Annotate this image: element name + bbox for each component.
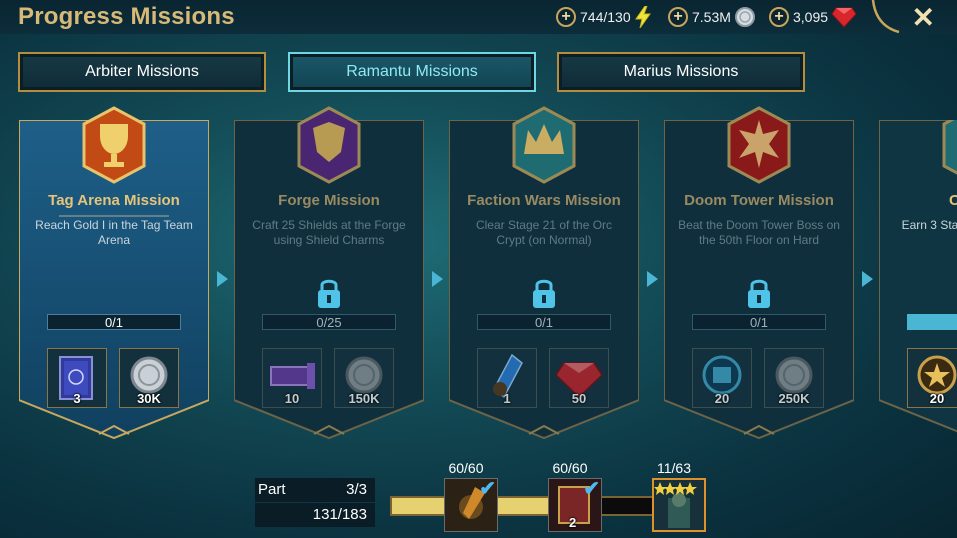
progress-text: 0/1 xyxy=(749,315,769,330)
mission-progress-bar xyxy=(907,314,957,330)
next-arrow-icon xyxy=(432,271,443,287)
reward-slot[interactable]: 3 xyxy=(47,348,107,408)
reward-count: 250K xyxy=(778,391,810,406)
lock-icon xyxy=(318,279,340,308)
mission-title: Campa xyxy=(948,192,957,209)
add-silver-button[interactable]: + xyxy=(668,7,688,27)
mission-description: Beat the Doom Tower Boss on the 50th Flo… xyxy=(678,218,840,247)
mission-title: Forge Mission xyxy=(278,192,380,209)
milestone-label: 11/63 xyxy=(657,460,691,476)
mission-description: Craft 25 Shields at the Forge using Shie… xyxy=(252,218,406,247)
reward-count: 1 xyxy=(503,391,511,406)
next-arrow-icon xyxy=(217,271,228,287)
gems-value: 3,095 xyxy=(793,9,829,25)
mission-progress-bar: 0/25 xyxy=(262,314,396,330)
progress-text: 0/1 xyxy=(104,315,124,330)
reward-count: 20 xyxy=(714,391,730,406)
crown-emblem-icon xyxy=(942,120,957,175)
mission-progress-bar: 0/1 xyxy=(692,314,826,330)
part-label: Part xyxy=(258,481,286,498)
silver-value: 7.53M xyxy=(692,9,731,25)
tab-marius-missions[interactable]: Marius Missions xyxy=(557,52,805,92)
gems-resource: + 3,095 xyxy=(769,6,857,28)
mission-card-tag-arena[interactable]: Tag Arena Mission Reach Gold I in the Ta… xyxy=(19,106,209,440)
silver-resource: + 7.53M xyxy=(668,6,756,28)
top-bar: Progress Missions + 744/130 + 7.53M + 3,… xyxy=(0,0,957,34)
shield-emblem-icon xyxy=(297,106,361,184)
reward-count: 20 xyxy=(929,391,945,406)
add-gems-button[interactable]: + xyxy=(769,7,789,27)
reward-slot[interactable]: 50 xyxy=(549,348,609,408)
milestone-reward[interactable]: ✔ 2 xyxy=(548,478,602,532)
reward-count: 50 xyxy=(571,391,587,406)
mission-card-doom-tower[interactable]: Doom Tower Mission Beat the Doom Tower B… xyxy=(664,106,854,440)
mission-description: Clear Stage 21 of the Orc Crypt (on Norm… xyxy=(475,218,613,247)
reward-slot[interactable]: 250K xyxy=(764,348,824,408)
mission-card-campaign[interactable]: Campa Earn 3 Sta the Halli Nightm 20 xyxy=(879,120,957,440)
part-progress-track xyxy=(390,496,656,516)
silver-coin-icon xyxy=(734,7,755,27)
mission-description: Reach Gold I in the Tag Team Arena xyxy=(35,218,193,247)
reward-slot[interactable]: 30K xyxy=(119,348,179,408)
header-ornament-icon xyxy=(871,0,900,34)
part-indicator: Part 3/3 xyxy=(255,478,375,502)
lock-icon xyxy=(748,279,770,308)
reward-slot[interactable]: 150K xyxy=(334,348,394,408)
reward-slot[interactable]: 20 xyxy=(692,348,752,408)
mission-title: Tag Arena Mission xyxy=(48,192,180,209)
mission-progress-bar: 0/1 xyxy=(47,314,181,330)
reward-slot[interactable]: 1 xyxy=(477,348,537,408)
champion-portrait-icon xyxy=(654,480,704,530)
mission-progress-bar: 0/1 xyxy=(477,314,611,330)
reward-count: 30K xyxy=(137,391,161,406)
reward-slot[interactable]: 10 xyxy=(262,348,322,408)
lightning-icon xyxy=(634,6,651,28)
mission-title: Faction Wars Mission xyxy=(467,192,621,209)
tab-arbiter-missions[interactable]: Arbiter Missions xyxy=(18,52,266,92)
milestone-label: 60/60 xyxy=(448,460,484,476)
mission-card-faction-wars[interactable]: Faction Wars Mission Clear Stage 21 of t… xyxy=(449,106,639,440)
next-arrow-icon xyxy=(647,271,658,287)
progress-fill xyxy=(908,315,957,329)
demon-emblem-icon xyxy=(727,106,791,184)
mission-card-forge[interactable]: Forge Mission Craft 25 Shields at the Fo… xyxy=(234,106,424,440)
close-button[interactable]: ✕ xyxy=(912,1,935,34)
milestone-reward[interactable] xyxy=(652,478,706,532)
crown-emblem-icon xyxy=(512,106,576,184)
progress-text: 0/25 xyxy=(316,315,342,330)
reward-count: 10 xyxy=(284,391,300,406)
reward-count: 150K xyxy=(348,391,380,406)
energy-resource: + 744/130 xyxy=(556,6,652,28)
ruby-icon xyxy=(831,7,857,28)
milestone-reward[interactable]: ✔ xyxy=(444,478,498,532)
part-value: 3/3 xyxy=(346,481,367,498)
mission-title: Doom Tower Mission xyxy=(684,192,834,209)
check-icon: ✔ xyxy=(583,478,600,500)
part-points-value: 131/183 xyxy=(312,506,367,523)
progress-text: 0/1 xyxy=(534,315,554,330)
next-arrow-icon xyxy=(862,271,873,287)
part-points: 131/183 xyxy=(255,503,375,527)
check-icon: ✔ xyxy=(479,478,496,500)
energy-value: 744/130 xyxy=(580,9,631,25)
page-title: Progress Missions xyxy=(18,3,235,30)
trophy-emblem-icon xyxy=(82,106,146,184)
add-energy-button[interactable]: + xyxy=(556,7,576,27)
mission-description: Earn 3 Sta the Halli Nightm xyxy=(901,218,957,232)
reward-count: 3 xyxy=(73,391,81,406)
tab-ramantu-missions[interactable]: Ramantu Missions xyxy=(288,52,536,92)
lock-icon xyxy=(533,279,555,308)
milestone-label: 60/60 xyxy=(552,460,588,476)
milestone-count: 2 xyxy=(569,515,577,530)
reward-slot[interactable]: 20 xyxy=(907,348,957,408)
